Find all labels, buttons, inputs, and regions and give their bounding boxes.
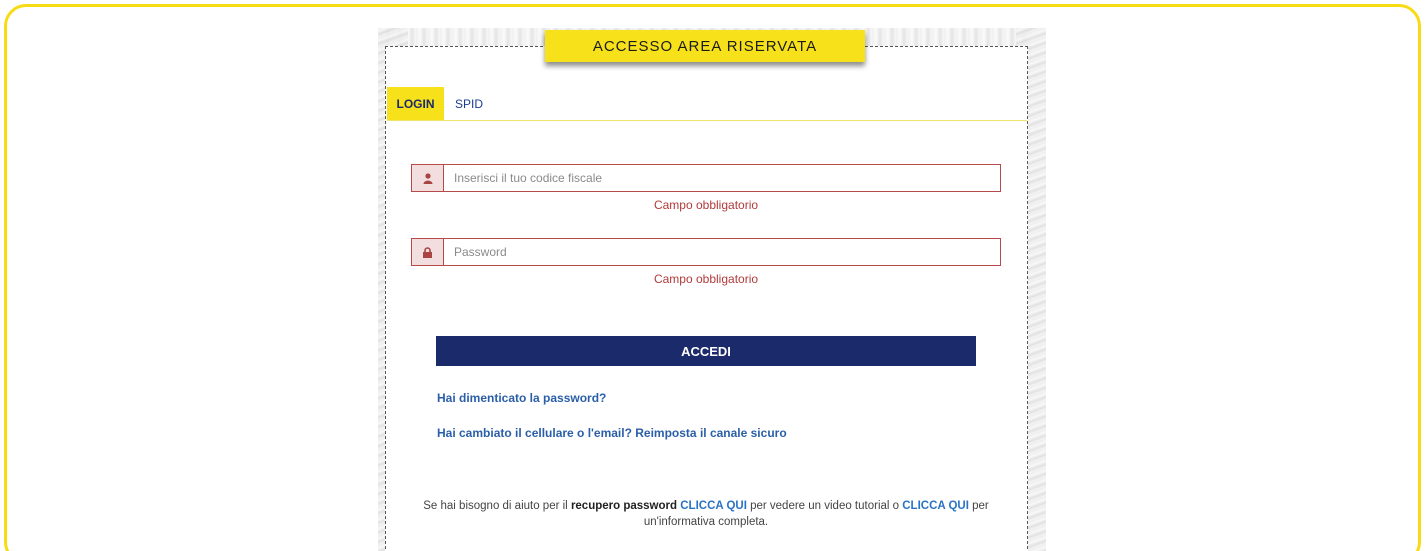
reset-secure-channel-link[interactable]: Hai cambiato il cellulare o l'email? Rei… — [437, 426, 787, 440]
accedi-button[interactable]: ACCEDI — [436, 336, 976, 366]
password-field — [411, 238, 1001, 266]
informativa-link[interactable]: CLICCA QUI — [902, 500, 969, 512]
user-icon — [412, 165, 444, 191]
accedi-button-label: ACCEDI — [681, 343, 731, 359]
password-input[interactable] — [444, 239, 1000, 265]
help-text-3: per vedere un video tutorial o — [746, 500, 903, 512]
video-tutorial-link[interactable]: CLICCA QUI — [680, 500, 747, 512]
help-text: Se hai bisogno di aiuto per il recupero … — [410, 498, 1002, 530]
page-title: ACCESSO AREA RISERVATA — [592, 37, 818, 55]
help-text-bold: recupero password — [570, 500, 678, 512]
codice-fiscale-field — [411, 164, 1001, 192]
codice-fiscale-error: Campo obbligatorio — [653, 198, 759, 212]
tab-login[interactable]: LOGIN — [387, 87, 444, 120]
help-text-1: Se hai bisogno di aiuto per il — [423, 500, 571, 512]
lock-icon — [412, 239, 444, 265]
codice-fiscale-input[interactable] — [444, 165, 1000, 191]
tab-spid[interactable]: SPID — [444, 87, 494, 120]
forgot-password-link[interactable]: Hai dimenticato la password? — [437, 391, 606, 405]
tab-spid-label: SPID — [455, 96, 484, 111]
login-tabs: LOGIN SPID — [387, 87, 1027, 121]
tab-login-label: LOGIN — [396, 96, 435, 111]
password-error: Campo obbligatorio — [653, 272, 759, 286]
login-card — [385, 46, 1028, 551]
page-title-banner: ACCESSO AREA RISERVATA — [545, 30, 865, 62]
